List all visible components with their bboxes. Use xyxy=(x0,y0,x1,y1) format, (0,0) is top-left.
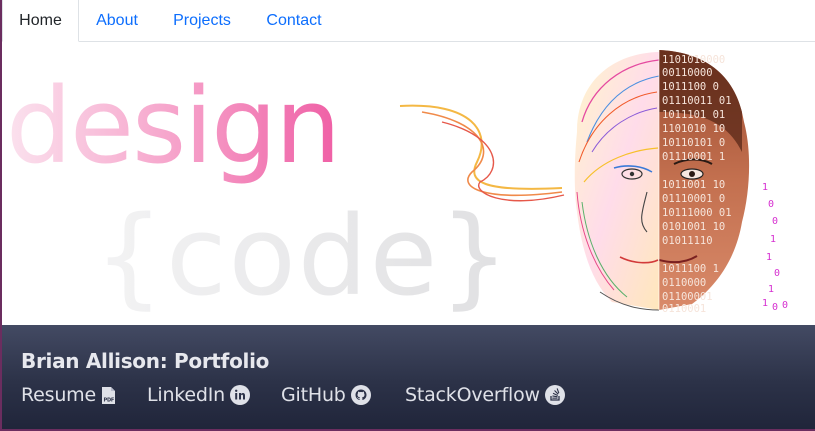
site-title: Brian Allison: Portfolio xyxy=(21,349,270,373)
binary-digit: 1 xyxy=(766,252,772,263)
binary-row: 1011001 10 xyxy=(662,179,725,191)
binary-digit: 0 xyxy=(768,199,774,210)
hero-artwork: design {code} 1101010000 00110000 101110… xyxy=(6,50,788,320)
linkedin-link[interactable]: LinkedIn xyxy=(147,382,251,408)
binary-row: 0110000 xyxy=(662,277,706,289)
binary-row: 00110000 xyxy=(662,67,713,79)
binary-row: 0110001 xyxy=(662,303,706,315)
binary-digit: 1 xyxy=(768,284,774,295)
binary-digit: 1 xyxy=(762,182,768,193)
binary-row: 1011101 01 xyxy=(662,109,725,121)
linkedin-label: LinkedIn xyxy=(147,384,226,406)
footer-bar: Brian Allison: Portfolio Resume PDF Link… xyxy=(2,325,815,429)
binary-row: 01110001 0 xyxy=(662,193,725,205)
portrait-illustration: 1101010000 00110000 1011100 0 01110011 0… xyxy=(574,50,788,315)
binary-row: 01100001 xyxy=(662,291,713,303)
stackoverflow-label: StackOverflow xyxy=(405,384,540,406)
binary-digit: 0 xyxy=(782,300,788,311)
binary-stream: 1 0 0 1 1 0 1 1 0 0 xyxy=(762,182,788,313)
binary-row: 1011100 1 xyxy=(662,263,719,275)
pdf-file-icon: PDF xyxy=(101,386,116,405)
hero-banner: design {code} 1101010000 00110000 101110… xyxy=(2,42,815,325)
binary-row: 1101010 10 xyxy=(662,123,725,135)
resume-label: Resume xyxy=(21,384,96,406)
github-icon xyxy=(350,385,371,405)
tab-about[interactable]: About xyxy=(83,0,151,41)
stackoverflow-link[interactable]: StackOverflow xyxy=(405,382,565,408)
binary-row: 1011100 0 xyxy=(662,81,719,93)
binary-digit: 1 xyxy=(770,234,776,245)
svg-text:PDF: PDF xyxy=(103,397,114,403)
binary-digit: 1 xyxy=(762,298,768,309)
binary-row: 01011110 xyxy=(662,235,713,247)
tab-contact[interactable]: Contact xyxy=(256,0,332,41)
binary-digit: 0 xyxy=(772,302,778,313)
binary-row: 10111000 01 xyxy=(662,207,732,219)
code-word: {code} xyxy=(94,192,511,320)
nav-tabs: Home About Projects Contact xyxy=(2,0,815,42)
binary-digit: 0 xyxy=(772,216,778,227)
github-link[interactable]: GitHub xyxy=(281,382,371,408)
binary-row: 1101010000 xyxy=(662,54,725,66)
linkedin-icon xyxy=(230,385,251,405)
resume-link[interactable]: Resume PDF xyxy=(21,382,116,408)
swoosh-line xyxy=(399,104,563,190)
binary-row: 10110101 0 xyxy=(662,137,725,149)
binary-row: 01110011 01 xyxy=(662,95,732,107)
design-word: design xyxy=(6,65,339,187)
binary-digit: 0 xyxy=(774,268,780,279)
binary-row: 01110001 1 xyxy=(662,151,725,163)
github-label: GitHub xyxy=(281,384,346,406)
tab-projects[interactable]: Projects xyxy=(160,0,244,41)
stackoverflow-icon xyxy=(544,385,565,405)
binary-row: 0101001 10 xyxy=(662,221,725,233)
tab-home[interactable]: Home xyxy=(2,0,79,42)
